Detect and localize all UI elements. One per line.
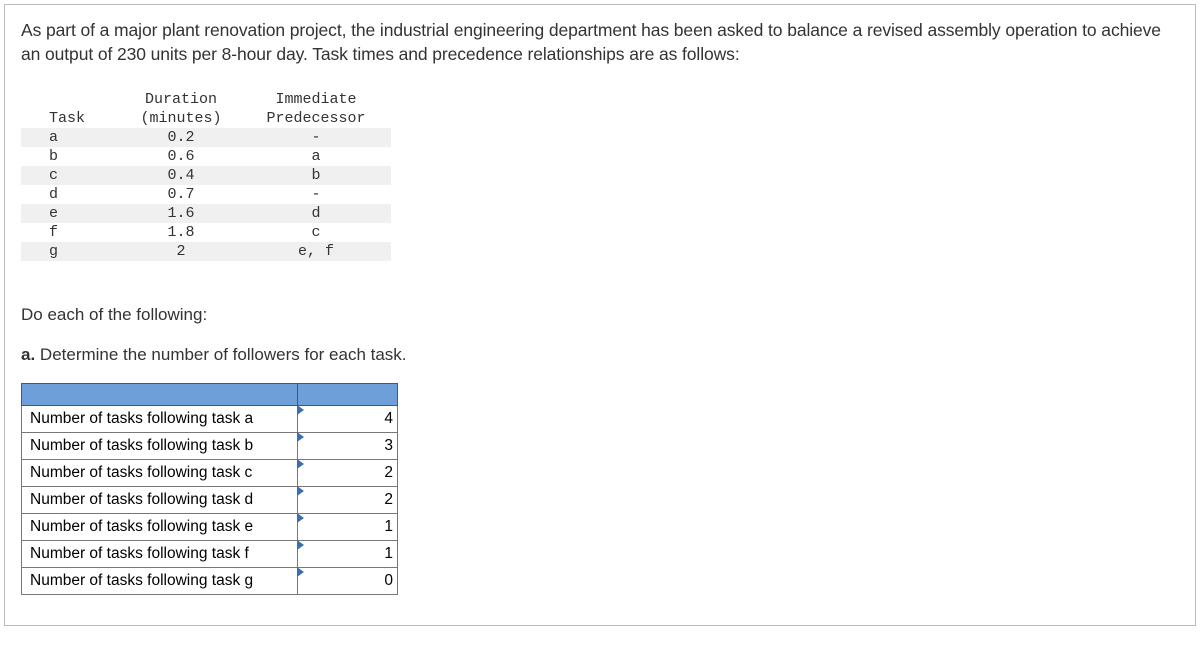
- duration-cell: 0.7: [121, 185, 241, 204]
- duration-cell: 1.6: [121, 204, 241, 223]
- content-area: As part of a major plant renovation proj…: [5, 5, 1195, 625]
- task-cell: b: [21, 147, 121, 166]
- answer-input-c[interactable]: 2: [298, 460, 398, 487]
- answer-table: Number of tasks following task a 4 Numbe…: [21, 383, 398, 595]
- header-pred-1: Immediate: [241, 90, 391, 109]
- answer-label: Number of tasks following task c: [22, 460, 298, 487]
- task-table: Duration Immediate Task (minutes) Predec…: [21, 90, 391, 261]
- header-duration-1: Duration: [121, 90, 241, 109]
- duration-cell: 0.4: [121, 166, 241, 185]
- duration-cell: 2: [121, 242, 241, 261]
- table-row: g 2 e, f: [21, 242, 391, 261]
- header-task: Task: [21, 109, 121, 128]
- table-row: d 0.7 -: [21, 185, 391, 204]
- table-row: e 1.6 d: [21, 204, 391, 223]
- pred-cell: e, f: [241, 242, 391, 261]
- answer-input-b[interactable]: 3: [298, 433, 398, 460]
- answer-header-blank-2: [298, 384, 398, 406]
- pred-cell: b: [241, 166, 391, 185]
- header-pred-2: Predecessor: [241, 109, 391, 128]
- section-heading: Do each of the following:: [21, 305, 1179, 325]
- answer-label: Number of tasks following task b: [22, 433, 298, 460]
- task-cell: d: [21, 185, 121, 204]
- answer-label: Number of tasks following task d: [22, 487, 298, 514]
- table-row: b 0.6 a: [21, 147, 391, 166]
- answer-input-f[interactable]: 1: [298, 541, 398, 568]
- task-cell: g: [21, 242, 121, 261]
- answer-row: Number of tasks following task d 2: [22, 487, 398, 514]
- answer-row: Number of tasks following task c 2: [22, 460, 398, 487]
- duration-cell: 0.2: [121, 128, 241, 147]
- task-cell: c: [21, 166, 121, 185]
- answer-row: Number of tasks following task e 1: [22, 514, 398, 541]
- pred-cell: -: [241, 128, 391, 147]
- table-row: f 1.8 c: [21, 223, 391, 242]
- answer-input-a[interactable]: 4: [298, 406, 398, 433]
- question-prefix: a.: [21, 345, 35, 364]
- pred-cell: a: [241, 147, 391, 166]
- answer-row: Number of tasks following task f 1: [22, 541, 398, 568]
- task-cell: e: [21, 204, 121, 223]
- task-cell: f: [21, 223, 121, 242]
- answer-label: Number of tasks following task f: [22, 541, 298, 568]
- table-row: c 0.4 b: [21, 166, 391, 185]
- answer-row: Number of tasks following task g 0: [22, 568, 398, 595]
- question-a: a. Determine the number of followers for…: [21, 345, 1179, 365]
- question-text: Determine the number of followers for ea…: [35, 345, 406, 364]
- answer-input-e[interactable]: 1: [298, 514, 398, 541]
- answer-label: Number of tasks following task a: [22, 406, 298, 433]
- task-cell: a: [21, 128, 121, 147]
- answer-row: Number of tasks following task b 3: [22, 433, 398, 460]
- table-row: a 0.2 -: [21, 128, 391, 147]
- pred-cell: c: [241, 223, 391, 242]
- duration-cell: 0.6: [121, 147, 241, 166]
- answer-input-g[interactable]: 0: [298, 568, 398, 595]
- answer-label: Number of tasks following task e: [22, 514, 298, 541]
- answer-header-blank-1: [22, 384, 298, 406]
- answer-input-d[interactable]: 2: [298, 487, 398, 514]
- answer-row: Number of tasks following task a 4: [22, 406, 398, 433]
- intro-text: As part of a major plant renovation proj…: [21, 19, 1179, 66]
- duration-cell: 1.8: [121, 223, 241, 242]
- header-duration-2: (minutes): [121, 109, 241, 128]
- pred-cell: d: [241, 204, 391, 223]
- answer-label: Number of tasks following task g: [22, 568, 298, 595]
- pred-cell: -: [241, 185, 391, 204]
- page-container: As part of a major plant renovation proj…: [4, 4, 1196, 626]
